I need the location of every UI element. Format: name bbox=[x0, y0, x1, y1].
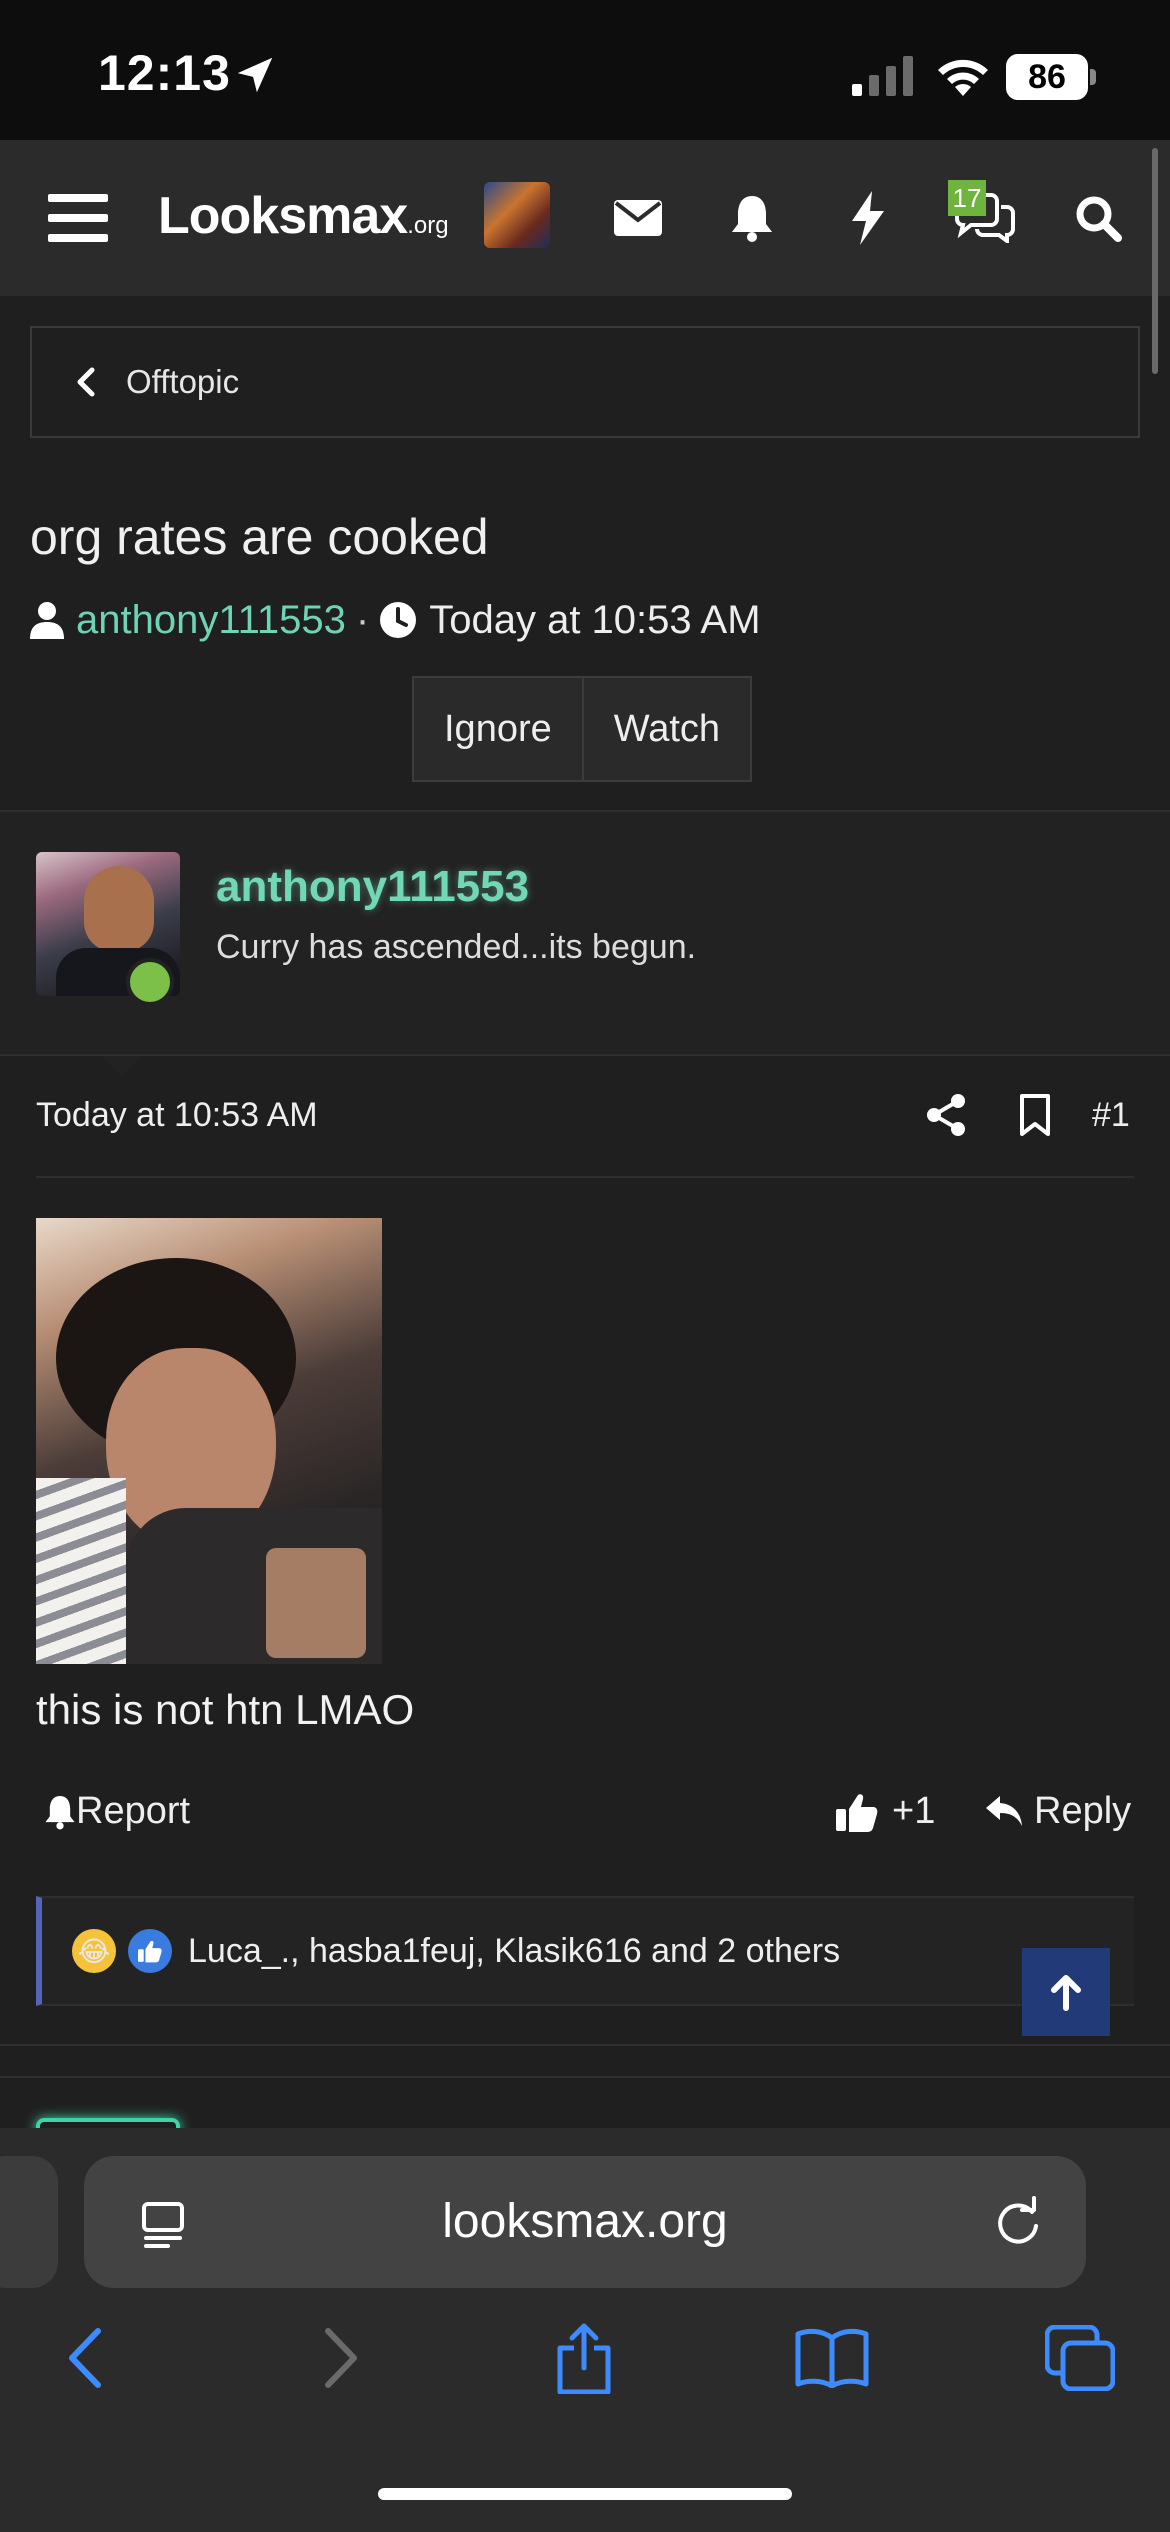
menu-button[interactable] bbox=[40, 180, 116, 256]
post-actions: Report +1 Reply bbox=[0, 1790, 1170, 1850]
location-arrow-icon bbox=[237, 57, 273, 93]
post-text: this is not htn LMAO bbox=[36, 1686, 415, 1733]
open-book-icon bbox=[795, 2328, 869, 2388]
thread-author[interactable]: anthony111553 bbox=[76, 598, 346, 643]
watch-button[interactable]: Watch bbox=[583, 676, 753, 782]
thumbs-up-icon bbox=[836, 1793, 878, 1832]
envelope-icon bbox=[614, 200, 662, 236]
signal-icon bbox=[852, 56, 913, 96]
divider bbox=[0, 2044, 1170, 2046]
page-scrollbar[interactable] bbox=[1152, 148, 1158, 374]
tabs-button[interactable] bbox=[1040, 2318, 1120, 2398]
divider bbox=[36, 1176, 1134, 1178]
site-logo[interactable]: Looksmax.org bbox=[158, 186, 449, 246]
battery-tip bbox=[1090, 69, 1096, 85]
reply-label: Reply bbox=[1034, 1790, 1132, 1832]
divider bbox=[0, 2076, 1170, 2078]
laughing-crying-icon: 😂 bbox=[72, 1929, 116, 1973]
chevron-left-icon bbox=[77, 367, 95, 397]
reply-button[interactable]: Reply bbox=[984, 1790, 1131, 1833]
like-count: +1 bbox=[892, 1790, 936, 1832]
post-date[interactable]: Today at 10:53 AM bbox=[36, 1096, 318, 1135]
image-shirt-print bbox=[266, 1548, 366, 1658]
thread-date[interactable]: Today at 10:53 AM bbox=[429, 598, 760, 643]
avatar-face bbox=[84, 866, 154, 952]
logo-text: Looksmax bbox=[158, 187, 408, 245]
bookmark-icon[interactable] bbox=[1012, 1092, 1058, 1138]
divider bbox=[0, 1054, 1170, 1056]
battery-indicator: 86 bbox=[1006, 54, 1096, 100]
reload-icon[interactable] bbox=[992, 2196, 1044, 2248]
wifi-icon bbox=[938, 59, 988, 96]
forward-button[interactable] bbox=[300, 2318, 380, 2398]
user-block-arrow bbox=[100, 1054, 144, 1076]
url-text: looksmax.org bbox=[442, 2195, 728, 2248]
back-button[interactable] bbox=[46, 2318, 126, 2398]
battery-level: 86 bbox=[1006, 54, 1088, 100]
alerts-button[interactable] bbox=[714, 180, 790, 256]
browser-toolbar: looksmax.org bbox=[0, 2128, 1170, 2532]
thread-meta: anthony111553 · Today at 10:53 AM bbox=[30, 592, 761, 648]
reply-arrow-icon bbox=[986, 1795, 1022, 1826]
share-button[interactable] bbox=[544, 2318, 624, 2398]
user-title: Curry has ascended...its begun. bbox=[216, 928, 697, 966]
clock-icon bbox=[380, 602, 417, 638]
reactions-text[interactable]: Luca_., hasba1feuj, Klasik616 and 2 othe… bbox=[188, 1932, 840, 1971]
site-header: Looksmax.org 17 bbox=[0, 140, 1170, 296]
post-username[interactable]: anthony111553 bbox=[216, 862, 529, 912]
bell-icon bbox=[45, 1795, 75, 1829]
thread-actions: Ignore Watch bbox=[412, 676, 753, 782]
inbox-button[interactable] bbox=[600, 180, 676, 256]
meta-separator: · bbox=[355, 597, 370, 642]
ignore-button[interactable]: Ignore bbox=[412, 676, 584, 782]
reactions-bar[interactable]: 😂 Luca_., hasba1feuj, Klasik616 and 2 ot… bbox=[36, 1896, 1134, 2006]
header-avatar[interactable] bbox=[484, 182, 550, 248]
status-time: 12:13 bbox=[98, 45, 231, 101]
chevron-left-icon bbox=[69, 2328, 101, 2388]
bell-icon bbox=[732, 196, 772, 242]
post-user-block: anthony111553 Curry has ascended...its b… bbox=[0, 812, 1170, 1056]
share-sheet-icon bbox=[557, 2323, 611, 2394]
hamburger-icon bbox=[48, 194, 108, 242]
post-image[interactable] bbox=[36, 1218, 382, 1664]
user-icon bbox=[30, 602, 64, 639]
tabs-icon bbox=[1045, 2325, 1115, 2391]
previous-tab-preview[interactable] bbox=[0, 2156, 58, 2288]
thread-title: org rates are cooked bbox=[30, 509, 489, 565]
breadcrumb-label: Offtopic bbox=[126, 363, 240, 400]
search-icon bbox=[1076, 196, 1122, 242]
whats-new-button[interactable] bbox=[830, 180, 906, 256]
home-indicator bbox=[378, 2488, 792, 2500]
like-reaction-icon bbox=[128, 1929, 172, 1973]
arrow-up-icon bbox=[1051, 1975, 1081, 2011]
bookmarks-button[interactable] bbox=[792, 2318, 872, 2398]
chevron-right-icon bbox=[325, 2328, 357, 2388]
image-blinds bbox=[36, 1478, 126, 1664]
share-icon[interactable] bbox=[924, 1092, 970, 1138]
conversations-badge: 17 bbox=[948, 180, 986, 216]
breadcrumb[interactable]: Offtopic bbox=[30, 326, 1140, 438]
status-bar: 12:13 86 bbox=[0, 0, 1170, 140]
report-label: Report bbox=[76, 1790, 191, 1832]
search-button[interactable] bbox=[1060, 180, 1136, 256]
lightning-icon bbox=[852, 191, 884, 245]
address-bar[interactable]: looksmax.org bbox=[84, 2156, 1086, 2288]
like-button[interactable]: +1 bbox=[836, 1790, 935, 1833]
logo-suffix: .org bbox=[407, 212, 449, 239]
report-button[interactable]: Report bbox=[44, 1790, 190, 1833]
scroll-to-top-button[interactable] bbox=[1022, 1948, 1110, 2036]
post-number[interactable]: #1 bbox=[1092, 1096, 1130, 1135]
online-indicator bbox=[126, 958, 174, 1006]
